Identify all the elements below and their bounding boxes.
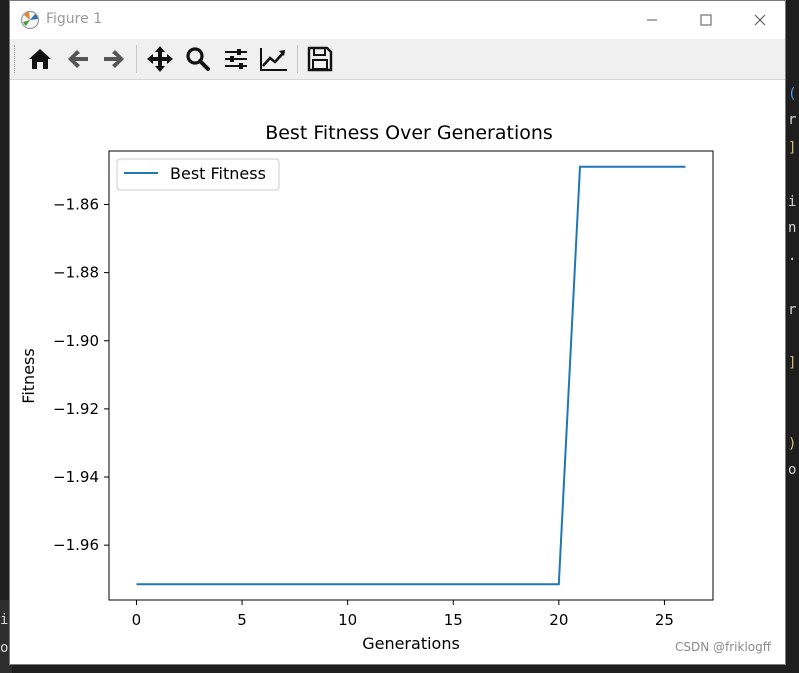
window-title: Figure 1 [46, 11, 103, 27]
y-tick-label: −1.90 [53, 332, 99, 350]
chart: Best Fitness Over Generations 0 5 10 15 20 25… [19, 122, 714, 653]
home-button[interactable] [24, 43, 56, 75]
code-fragment: r [788, 302, 797, 318]
code-fragment: o [0, 640, 9, 656]
save-button[interactable] [304, 43, 336, 75]
forward-button[interactable] [98, 43, 130, 75]
maximize-icon [700, 14, 712, 26]
y-tick-label: −1.94 [53, 468, 99, 486]
watermark: CSDN @friklogff [674, 640, 771, 654]
axes-frame [108, 150, 714, 601]
x-tick-label: 15 [444, 611, 463, 629]
y-tick-label: −1.88 [53, 264, 99, 282]
toolbar-separator [297, 45, 298, 73]
minimize-icon [647, 19, 657, 21]
x-tick-label: 0 [132, 611, 142, 629]
sliders-icon [225, 49, 247, 69]
minimize-button[interactable] [629, 1, 675, 39]
code-fragment: r [788, 112, 797, 128]
figure-window: Figure 1 Best Fitness Over Generations 0… [9, 0, 786, 665]
home-icon [29, 49, 51, 69]
code-fragment: n [788, 220, 797, 236]
zoom-button[interactable] [182, 43, 214, 75]
code-fragment: ] [788, 355, 797, 371]
move-icon [147, 46, 173, 72]
toolbar-grip[interactable] [14, 45, 18, 73]
x-tick-label: 5 [237, 611, 247, 629]
legend-label: Best Fitness [170, 164, 266, 183]
configure-subplots-button[interactable] [220, 43, 252, 75]
toolbar-separator [136, 45, 137, 73]
chart-line-icon [260, 48, 287, 71]
matplotlib-logo-icon [20, 10, 40, 30]
navigation-toolbar [10, 39, 785, 80]
y-tick-label: −1.92 [53, 400, 99, 418]
close-button[interactable] [737, 1, 783, 39]
pan-button[interactable] [144, 43, 176, 75]
code-fragment: . [788, 248, 797, 264]
code-fragment: o [788, 462, 797, 478]
y-axis-label: Fitness [19, 348, 38, 403]
x-tick-label: 10 [338, 611, 357, 629]
code-fragment: ) [788, 436, 797, 452]
arrow-right-icon [104, 50, 124, 68]
code-fragment: ] [788, 140, 797, 156]
code-fragment: ( [788, 86, 797, 102]
editor-background-right: ( r ] i n . r ] ) o [786, 0, 799, 673]
magnifier-icon [186, 47, 210, 71]
floppy-disk-icon [307, 46, 333, 72]
maximize-button[interactable] [683, 1, 729, 39]
close-icon [754, 14, 766, 26]
back-button[interactable] [62, 43, 94, 75]
x-tick-label: 20 [549, 611, 568, 629]
chart-title: Best Fitness Over Generations [265, 122, 553, 144]
figure-canvas[interactable]: Best Fitness Over Generations 0 5 10 15 20 25… [10, 80, 785, 664]
title-bar[interactable]: Figure 1 [10, 1, 785, 39]
x-axis-label: Generations [362, 634, 460, 653]
edit-axis-button[interactable] [258, 43, 290, 75]
legend: Best Fitness [116, 158, 280, 191]
y-tick-label: −1.96 [53, 536, 99, 554]
y-tick-label: −1.86 [53, 195, 99, 213]
arrow-left-icon [68, 50, 88, 68]
code-fragment: i [788, 194, 797, 210]
x-tick-label: 25 [655, 611, 674, 629]
code-fragment: i [0, 612, 9, 628]
